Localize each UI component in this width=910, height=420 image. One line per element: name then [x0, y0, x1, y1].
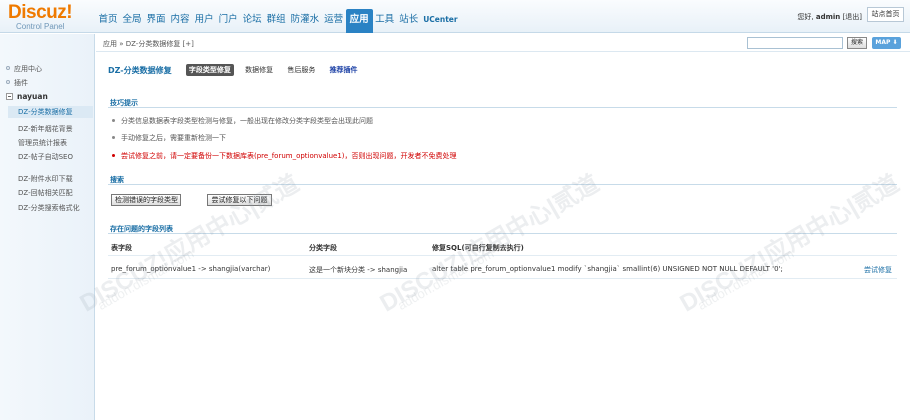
tab-data-fix[interactable]: 数据修复	[242, 64, 276, 76]
sidebar-item-fireworks[interactable]: DZ-新年烟花背景	[18, 124, 73, 134]
username: admin	[815, 13, 841, 21]
section-title: 搜索	[110, 176, 124, 184]
nav-user[interactable]: 用户	[192, 9, 216, 33]
search-buttons: 检测错误的字段类型 尝试修复以下问题	[111, 194, 281, 206]
sidebar-item-category-fix[interactable]: DZ-分类数据修复	[8, 106, 93, 118]
top-header: Discuz! Control Panel 首页 全局 界面 内容 用户 门户 …	[0, 0, 910, 33]
search-input[interactable]	[747, 37, 843, 49]
collapse-icon[interactable]	[6, 93, 13, 100]
list-section-header: 存在问题的字段列表	[108, 222, 897, 234]
section-title: 存在问题的字段列表	[110, 225, 173, 233]
column-header-sql: 修复SQL(可自行复制去执行)	[432, 244, 524, 252]
nav-tools[interactable]: 工具	[373, 9, 397, 33]
main-nav: 首页 全局 界面 内容 用户 门户 论坛 群组 防灌水 运营 应用 工具 站长 …	[96, 9, 460, 33]
sidebar-item-search-format[interactable]: DZ-分类搜索格式化	[18, 203, 80, 213]
nav-home[interactable]: 首页	[96, 9, 120, 33]
column-header-category-field: 分类字段	[309, 244, 337, 252]
sidebar-item-label: 插件	[14, 79, 28, 87]
sidebar-group-label: nayuan	[17, 92, 48, 101]
logo-text: Discuz!	[8, 2, 73, 23]
tip-warning: 尝试修复之前，请一定要备份一下数据库表(pre_forum_optionvalu…	[112, 151, 457, 161]
tip-text: 分类信息数据表字段类型检测与修复，一般出现在修改分类字段类型会出现此问题	[121, 117, 373, 125]
site-home-button[interactable]: 站点首页	[867, 7, 904, 22]
title-row: DZ-分类数据修复 字段类型修复 数据修复 售后服务 推荐插件	[108, 64, 367, 76]
bullet-icon	[6, 80, 10, 84]
tab-after-sales[interactable]: 售后服务	[284, 64, 318, 76]
cell-category-field: 这是一个新块分类 -> shangjia	[309, 266, 408, 274]
nav-portal[interactable]: 门户	[216, 9, 240, 33]
table-divider	[108, 255, 897, 256]
bullet-icon	[112, 154, 115, 157]
nav-style[interactable]: 界面	[144, 9, 168, 33]
table-divider	[108, 278, 897, 279]
main-content: DZ-分类数据修复 字段类型修复 数据修复 售后服务 推荐插件 技巧提示 分类信…	[96, 53, 910, 420]
nav-operation[interactable]: 运营	[322, 9, 346, 33]
search-section-header: 搜索	[108, 173, 897, 185]
sidebar-item-watermark-download[interactable]: DZ-附件水印下载	[18, 174, 73, 184]
greeting: 您好,	[797, 13, 816, 21]
sidebar-item-reply-match[interactable]: DZ-回帖相关匹配	[18, 188, 73, 198]
nav-group[interactable]: 群组	[264, 9, 288, 33]
tab-field-type-fix[interactable]: 字段类型修复	[185, 64, 234, 76]
discuz-logo[interactable]: Discuz! Control Panel	[8, 3, 93, 33]
logout-link[interactable]: [退出]	[843, 13, 862, 21]
tip-item: 手动修复之后，需要重新检测一下	[112, 133, 226, 143]
bullet-icon	[6, 66, 10, 70]
bullet-icon	[112, 136, 115, 139]
nav-content[interactable]: 内容	[168, 9, 192, 33]
cell-sql[interactable]: alter table pre_forum_optionvalue1 modif…	[432, 265, 783, 273]
nav-safe[interactable]: 防灌水	[288, 9, 322, 33]
tips-section-header: 技巧提示	[108, 96, 897, 108]
try-fix-row-link[interactable]: 尝试修复	[864, 265, 892, 275]
page-title: DZ-分类数据修复	[108, 65, 172, 75]
nav-plugin[interactable]: 应用	[345, 9, 373, 33]
sidebar-item-label: 应用中心	[14, 65, 42, 73]
tip-item: 分类信息数据表字段类型检测与修复，一般出现在修改分类字段类型会出现此问题	[112, 116, 373, 126]
sidebar-group-nayuan[interactable]: nayuan	[6, 92, 48, 101]
breadcrumb[interactable]: 应用 » DZ-分类数据修复 [+]	[103, 39, 194, 49]
nav-forum[interactable]: 论坛	[240, 9, 264, 33]
tip-text: 手动修复之后，需要重新检测一下	[121, 134, 226, 142]
sidebar: 应用中心 插件 nayuan DZ-分类数据修复 DZ-新年烟花背景 管理员统计…	[0, 34, 95, 420]
sidebar-item-plugins[interactable]: 插件	[6, 78, 28, 88]
user-bar: 您好, admin [退出]	[797, 12, 862, 22]
bullet-icon	[112, 119, 115, 122]
tab-recommended[interactable]: 推荐插件	[327, 64, 361, 76]
search-button[interactable]: 搜索	[847, 37, 867, 49]
tip-text: 尝试修复之前，请一定要备份一下数据库表(pre_forum_optionvalu…	[121, 152, 457, 160]
cell-field: pre_forum_optionvalue1 -> shangjia(varch…	[111, 265, 271, 273]
sidebar-item-app-center[interactable]: 应用中心	[6, 64, 42, 74]
nav-ucenter[interactable]: UCenter	[421, 9, 460, 33]
sidebar-item-auto-seo[interactable]: DZ-帖子自动SEO	[18, 152, 73, 162]
section-title: 技巧提示	[110, 99, 138, 107]
column-header-field: 表字段	[111, 244, 132, 252]
map-button[interactable]: MAP ⬇	[872, 37, 901, 49]
logo-subtitle: Control Panel	[16, 22, 65, 31]
breadcrumb-bar: 应用 » DZ-分类数据修复 [+] 搜索 MAP ⬇	[96, 34, 910, 52]
try-fix-button[interactable]: 尝试修复以下问题	[207, 194, 272, 206]
sidebar-item-admin-stats[interactable]: 管理员统计报表	[18, 138, 67, 148]
nav-founder[interactable]: 站长	[397, 9, 421, 33]
detect-field-type-button[interactable]: 检测错误的字段类型	[111, 194, 181, 206]
nav-global[interactable]: 全局	[120, 9, 144, 33]
